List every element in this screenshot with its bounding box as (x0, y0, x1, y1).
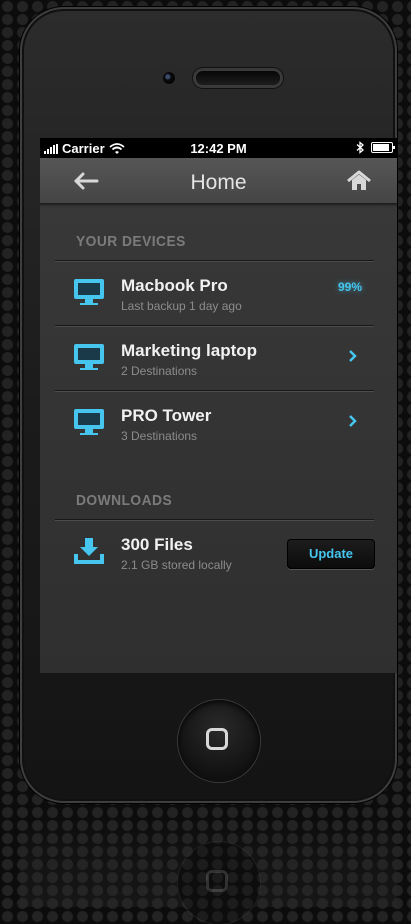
device-detail: Last backup 1 day ago (121, 299, 242, 313)
battery-icon (371, 142, 395, 153)
download-icon (74, 538, 104, 564)
app-screen: Carrier 12:42 PM Home YOUR DEVICES Macbo… (40, 138, 397, 673)
device-detail: 2 Destinations (121, 364, 198, 378)
monitor-icon (74, 279, 104, 305)
device-item-pro-tower[interactable]: PRO Tower 3 Destinations (55, 391, 374, 455)
monitor-icon (74, 409, 104, 435)
front-camera (163, 72, 175, 84)
device-item-marketing-laptop[interactable]: Marketing laptop 2 Destinations (55, 326, 374, 390)
bluetooth-icon (356, 141, 364, 154)
phone-reflection (20, 812, 397, 924)
device-name: PRO Tower (121, 406, 212, 425)
device-item-macbook-pro[interactable]: Macbook Pro Last backup 1 day ago 99% (55, 261, 374, 325)
backup-progress-badge: 99% (337, 280, 362, 294)
device-name: Macbook Pro (121, 276, 228, 295)
device-name: Marketing laptop (121, 341, 258, 360)
home-square-icon (206, 728, 228, 750)
section-header-devices: YOUR DEVICES (76, 233, 186, 250)
download-name: 300 Files (121, 535, 193, 554)
status-bar: Carrier 12:42 PM (40, 138, 397, 158)
update-button[interactable]: Update (287, 539, 375, 569)
download-detail: 2.1 GB stored locally (121, 558, 232, 572)
section-header-downloads: DOWNLOADS (76, 492, 173, 509)
status-time: 12:42 PM (190, 141, 247, 156)
monitor-icon (74, 344, 104, 370)
home-icon[interactable] (344, 168, 374, 194)
chevron-right-icon (349, 415, 357, 427)
device-detail: 3 Destinations (121, 429, 198, 443)
earpiece-speaker (196, 71, 280, 85)
navigation-bar: Home (40, 158, 397, 204)
home-hardware-button[interactable] (178, 700, 260, 782)
chevron-right-icon (349, 350, 357, 362)
